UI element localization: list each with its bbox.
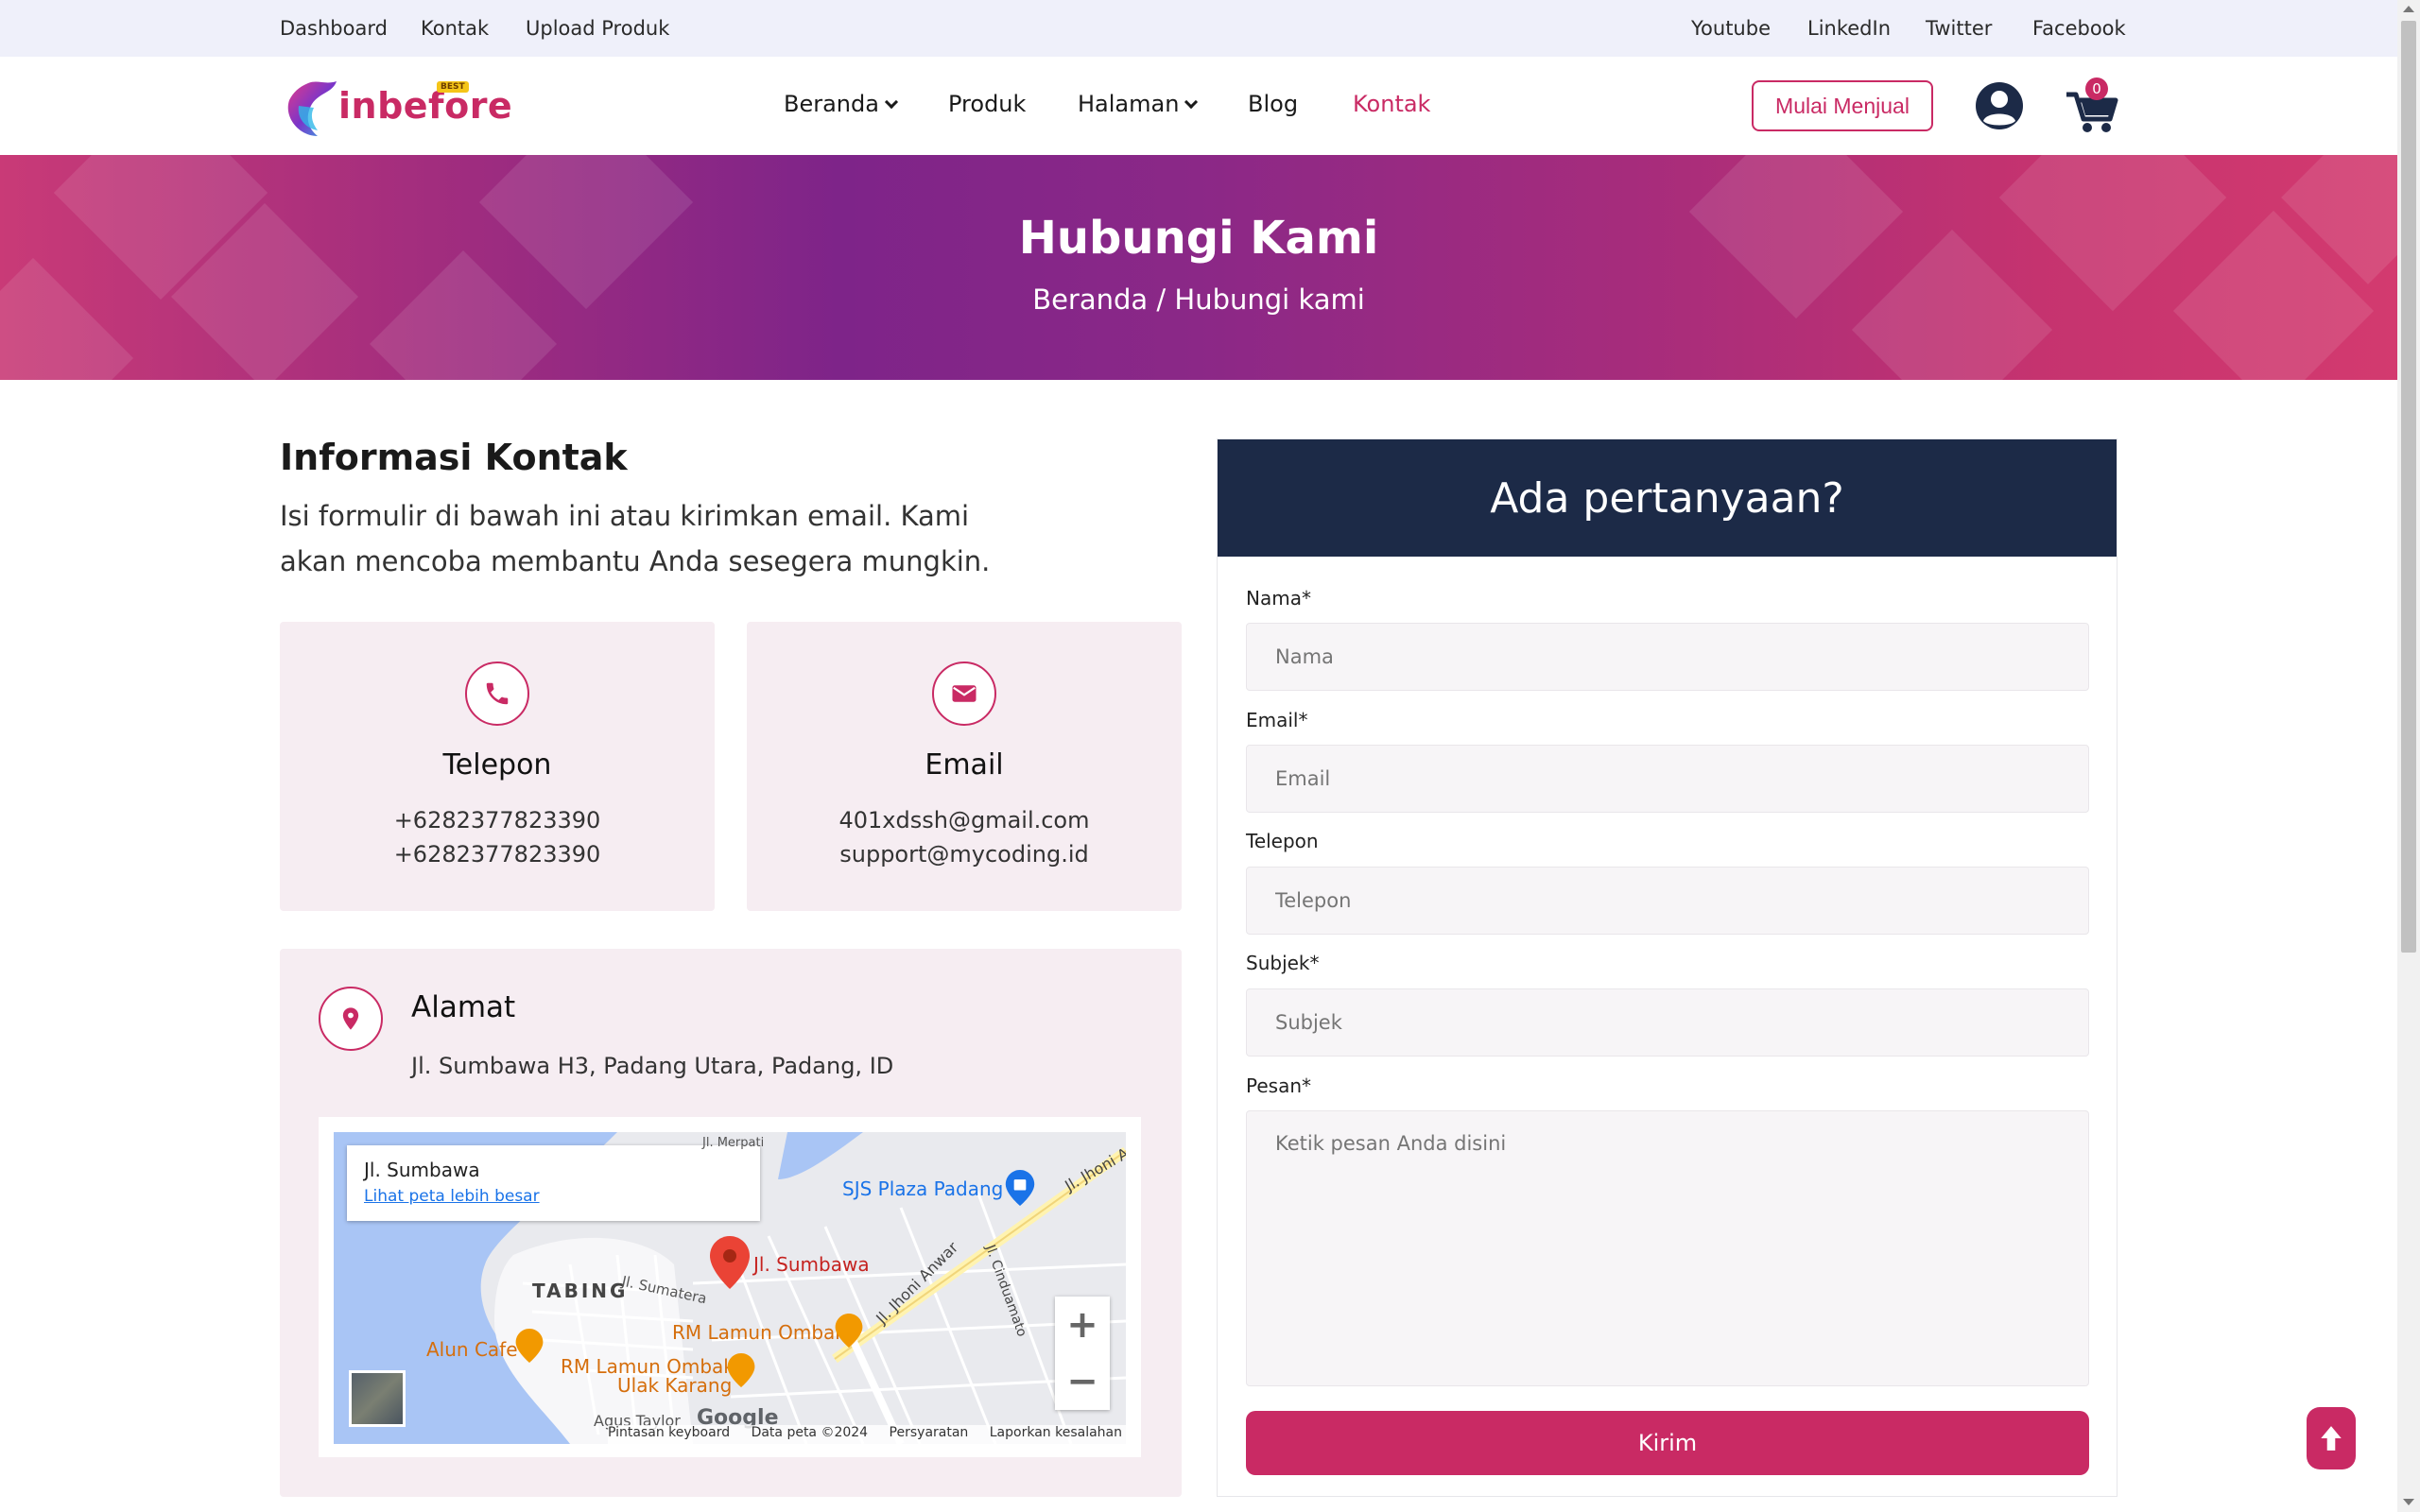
banner-decor-diamond	[0, 257, 134, 380]
bird-logo-icon	[287, 81, 337, 136]
address-title: Alamat	[411, 990, 516, 1024]
contact-form: Ada pertanyaan? Nama* Email* Telepon Sub…	[1217, 438, 2118, 1497]
user-account-icon[interactable]	[1975, 81, 2024, 130]
map-zoom-controls: + −	[1055, 1297, 1110, 1410]
nav-label-halaman: Halaman	[1078, 91, 1180, 117]
map-label-plaza: SJS Plaza Padang	[842, 1177, 1004, 1200]
scroll-down-arrow-icon[interactable]	[2403, 1499, 2414, 1505]
map-report-error-link[interactable]: Laporkan kesalahan peta	[990, 1425, 1126, 1440]
nav-item-blog[interactable]: Blog	[1248, 91, 1298, 117]
topbar-link-facebook[interactable]: Facebook	[2032, 17, 2126, 40]
topbar-link-twitter[interactable]: Twitter	[1926, 17, 1992, 40]
view-larger-map-link[interactable]: Lihat peta lebih besar	[364, 1187, 540, 1206]
page-banner: Hubungi Kami Beranda / Hubungi kami	[0, 155, 2397, 380]
email-card: Email 401xdssh@gmail.com support@mycodin…	[747, 622, 1182, 911]
phone-label: Telepon	[1246, 830, 1319, 852]
satellite-view-toggle[interactable]	[349, 1370, 406, 1427]
name-input[interactable]	[1246, 623, 2089, 691]
map-pin-icon	[342, 1007, 359, 1030]
envelope-icon	[952, 685, 977, 702]
contact-info-title: Informasi Kontak	[280, 437, 628, 478]
phone-number-2[interactable]: +6282377823390	[280, 841, 715, 868]
main-header: inbefore BEST Beranda Produk Halaman Blo…	[0, 57, 2397, 155]
subject-label: Subjek*	[1246, 952, 1320, 974]
breadcrumb-home-link[interactable]: Beranda	[1032, 284, 1148, 316]
map-terms-link[interactable]: Persyaratan	[890, 1425, 969, 1440]
map-label-alun-cafe: Alun Cafe	[426, 1338, 518, 1361]
map-label-tabing: TABING	[532, 1280, 629, 1302]
nav-item-kontak[interactable]: Kontak	[1353, 91, 1430, 117]
logo-badge: BEST	[437, 81, 469, 93]
restaurant-pin-icon	[835, 1314, 863, 1348]
breadcrumb-current: Hubungi kami	[1174, 284, 1365, 316]
phone-card: Telepon +6282377823390 +6282377823390	[280, 622, 715, 911]
top-bar: Dashboard Kontak Upload Produk Youtube L…	[0, 0, 2397, 57]
map-place-title: Jl. Sumbawa	[364, 1159, 480, 1181]
map-frame: Jl. Sumbawa Lihat peta lebih besar Jl. S…	[319, 1117, 1141, 1457]
topbar-link-kontak[interactable]: Kontak	[421, 17, 489, 40]
chevron-down-icon	[1184, 94, 1199, 110]
submit-button[interactable]: Kirim	[1246, 1411, 2089, 1475]
email-card-title: Email	[925, 748, 1004, 782]
topbar-link-dashboard[interactable]: Dashboard	[280, 17, 388, 40]
scrollbar-thumb[interactable]	[2401, 21, 2416, 953]
nav-label-beranda: Beranda	[784, 91, 879, 117]
map-marker-icon	[710, 1236, 750, 1289]
nav-item-halaman[interactable]: Halaman	[1078, 91, 1199, 117]
map-place-card: Jl. Sumbawa Lihat peta lebih besar	[347, 1145, 760, 1221]
subject-input[interactable]	[1246, 988, 2089, 1057]
map-footer: Pintasan keyboard Data peta ©2024 Persya…	[608, 1425, 1126, 1444]
map-label-lamun-ombak-1: RM Lamun Ombak	[672, 1321, 846, 1344]
embedded-map[interactable]: Jl. Sumbawa Lihat peta lebih besar Jl. S…	[334, 1132, 1126, 1444]
scroll-up-arrow-icon[interactable]	[2403, 6, 2414, 12]
shopping-bag-pin-icon	[1005, 1170, 1035, 1206]
map-zoom-out-button[interactable]: −	[1055, 1353, 1110, 1410]
topbar-link-upload-produk[interactable]: Upload Produk	[526, 17, 669, 40]
cart-count-badge: 0	[2085, 77, 2108, 100]
map-data-credit: Data peta ©2024	[751, 1425, 869, 1440]
email-address-2[interactable]: support@mycoding.id	[747, 841, 1182, 868]
form-heading: Ada pertanyaan?	[1218, 439, 2117, 557]
page-title: Hubungi Kami	[1018, 212, 1379, 265]
map-keyboard-shortcuts-link[interactable]: Pintasan keyboard	[608, 1425, 730, 1440]
map-zoom-in-button[interactable]: +	[1055, 1297, 1110, 1353]
restaurant-pin-icon	[515, 1329, 544, 1363]
start-selling-button[interactable]: Mulai Menjual	[1752, 80, 1933, 131]
logo-text: inbefore	[338, 85, 513, 127]
phone-icon	[486, 682, 509, 705]
phone-input[interactable]	[1246, 867, 2089, 935]
page-scrollbar[interactable]	[2397, 0, 2420, 1512]
chevron-down-icon	[884, 94, 899, 110]
name-label: Nama*	[1246, 587, 1311, 610]
contact-info-description: Isi formulir di bawah ini atau kirimkan …	[280, 500, 991, 577]
email-label: Email*	[1246, 709, 1308, 731]
breadcrumb: Beranda / Hubungi kami	[0, 284, 2397, 316]
phone-number-1[interactable]: +6282377823390	[280, 807, 715, 833]
site-logo[interactable]: inbefore BEST	[280, 72, 512, 140]
email-address-1[interactable]: 401xdssh@gmail.com	[747, 807, 1182, 833]
nav-item-beranda[interactable]: Beranda	[784, 91, 899, 117]
address-text: Jl. Sumbawa H3, Padang Utara, Padang, ID	[411, 1053, 894, 1079]
location-icon-circle	[319, 987, 383, 1051]
map-label-ulak-karang: Ulak Karang	[617, 1374, 733, 1397]
phone-icon-circle	[465, 662, 529, 726]
map-label-top: Jl. Merpati	[702, 1136, 765, 1150]
email-icon-circle	[932, 662, 996, 726]
breadcrumb-separator: /	[1156, 284, 1167, 316]
back-to-top-button[interactable]	[2307, 1407, 2356, 1469]
map-label-pin: Jl. Sumbawa	[753, 1253, 870, 1276]
phone-card-title: Telepon	[442, 748, 552, 782]
topbar-link-linkedin[interactable]: LinkedIn	[1807, 17, 1891, 40]
message-label: Pesan*	[1246, 1074, 1312, 1097]
nav-item-produk[interactable]: Produk	[948, 91, 1026, 117]
email-input[interactable]	[1246, 745, 2089, 813]
topbar-link-youtube[interactable]: Youtube	[1691, 17, 1771, 40]
arrow-up-icon	[2321, 1426, 2342, 1451]
message-textarea[interactable]	[1246, 1110, 2089, 1386]
restaurant-pin-icon	[727, 1353, 755, 1387]
